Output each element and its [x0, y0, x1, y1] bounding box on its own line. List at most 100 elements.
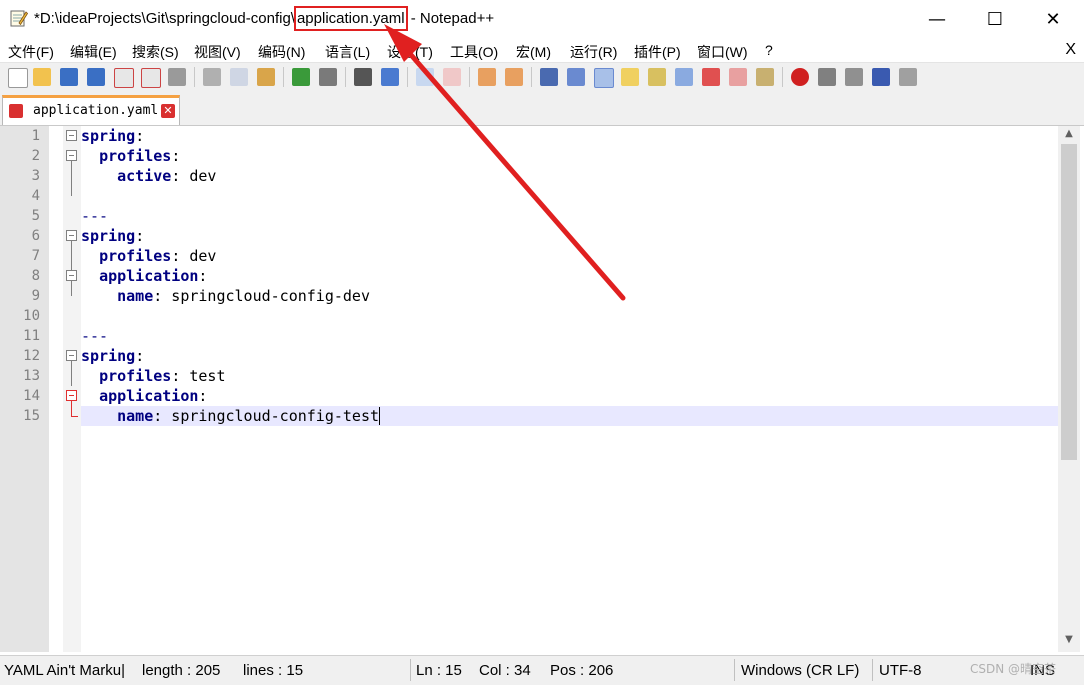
document-list-icon[interactable]	[675, 68, 693, 86]
fold-toggle-icon[interactable]	[66, 390, 77, 401]
monitoring-icon[interactable]	[756, 68, 774, 86]
menu-settings[interactable]: 设置(T)	[387, 42, 433, 62]
title-path: *D:\ideaProjects\Git\springcloud-config\	[34, 10, 295, 27]
yaml-key: application	[99, 267, 199, 285]
line-number: 7	[31, 248, 40, 264]
line-number: 5	[31, 208, 40, 224]
yaml-key: profiles	[99, 367, 172, 385]
fold-toggle-icon[interactable]	[66, 150, 77, 161]
menu-search[interactable]: 搜索(S)	[132, 42, 179, 62]
replace-icon[interactable]	[381, 68, 399, 86]
menu-plugins[interactable]: 插件(P)	[634, 42, 681, 62]
tab-application-yaml[interactable]: application.yaml ✕	[2, 95, 180, 125]
yaml-key: name	[117, 287, 154, 305]
maximize-button[interactable]: ☐	[966, 0, 1024, 38]
code-line: active: dev	[117, 167, 217, 185]
fold-toggle-icon[interactable]	[66, 270, 77, 281]
folder-workspace-icon[interactable]	[729, 68, 747, 86]
scrollbar-thumb[interactable]	[1061, 144, 1077, 460]
run-macro-multiple-icon[interactable]	[872, 68, 890, 86]
close-all-icon[interactable]	[141, 68, 161, 88]
fold-margin	[63, 126, 81, 652]
copy-icon[interactable]	[230, 68, 248, 86]
sync-vertical-icon[interactable]	[478, 68, 496, 86]
fold-toggle-icon[interactable]	[66, 130, 77, 141]
yaml-value: dev	[180, 247, 217, 265]
code-line: profiles: dev	[99, 247, 217, 265]
status-lines: lines : 15	[243, 662, 304, 679]
yaml-key: name	[117, 407, 154, 425]
code-area[interactable]: spring: profiles: active: dev --- spring…	[81, 126, 1058, 652]
cut-icon[interactable]	[203, 68, 221, 86]
sync-horizontal-icon[interactable]	[505, 68, 523, 86]
user-language-icon[interactable]	[621, 68, 639, 86]
menu-view[interactable]: 视图(V)	[194, 42, 241, 62]
function-list-icon[interactable]	[702, 68, 720, 86]
word-wrap-icon[interactable]	[540, 68, 558, 86]
undo-icon[interactable]	[292, 68, 310, 86]
status-column: Col : 34	[479, 662, 531, 679]
tab-close-icon[interactable]: ✕	[161, 104, 175, 118]
indent-guide-icon[interactable]	[594, 68, 614, 88]
line-number: 2	[31, 148, 40, 164]
close-icon: ✕	[1045, 8, 1061, 30]
zoom-in-icon[interactable]	[416, 68, 434, 86]
modified-file-icon	[9, 104, 23, 118]
scroll-up-icon[interactable]: ▲	[1058, 128, 1080, 139]
minimize-button[interactable]: —	[908, 0, 966, 38]
fold-toggle-icon[interactable]	[66, 350, 77, 361]
save-icon[interactable]	[60, 68, 78, 86]
menu-macro[interactable]: 宏(M)	[516, 42, 551, 62]
paste-icon[interactable]	[257, 68, 275, 86]
stop-macro-icon[interactable]	[818, 68, 836, 86]
yaml-key: spring	[81, 347, 136, 365]
zoom-out-icon[interactable]	[443, 68, 461, 86]
menu-bar: 文件(F) 编辑(E) 搜索(S) 视图(V) 编码(N) 语言(L) 设置(T…	[0, 38, 1084, 62]
new-file-icon[interactable]	[8, 68, 28, 88]
close-button[interactable]: ✕	[1024, 0, 1082, 38]
print-icon[interactable]	[168, 68, 186, 86]
menu-file[interactable]: 文件(F)	[8, 42, 54, 62]
menu-tools[interactable]: 工具(O)	[450, 42, 498, 62]
save-all-icon[interactable]	[87, 68, 105, 86]
line-number: 6	[31, 228, 40, 244]
line-number: 12	[23, 348, 40, 364]
code-line: spring:	[81, 227, 145, 245]
menu-help[interactable]: ?	[765, 42, 773, 58]
menu-language[interactable]: 语言(L)	[325, 42, 370, 62]
status-encoding[interactable]: UTF-8	[879, 662, 922, 679]
tab-label: application.yaml	[33, 103, 159, 118]
find-icon[interactable]	[354, 68, 372, 86]
menu-window[interactable]: 窗口(W)	[697, 42, 748, 62]
title-app-name: - Notepad++	[406, 10, 495, 27]
show-all-chars-icon[interactable]	[567, 68, 585, 86]
current-code-line: name: springcloud-config-test	[81, 406, 1058, 426]
close-document-icon[interactable]: X	[1065, 41, 1076, 59]
play-macro-icon[interactable]	[845, 68, 863, 86]
code-line: profiles: test	[99, 367, 226, 385]
record-macro-icon[interactable]	[791, 68, 809, 86]
menu-edit[interactable]: 编辑(E)	[70, 42, 117, 62]
fold-toggle-icon[interactable]	[66, 230, 77, 241]
yaml-value: springcloud-config-test	[162, 407, 380, 425]
menu-encoding[interactable]: 编码(N)	[258, 42, 305, 62]
yaml-key: spring	[81, 127, 136, 145]
yaml-key: active	[117, 167, 172, 185]
title-bar: *D:\ideaProjects\Git\springcloud-config\…	[0, 0, 1084, 38]
toolbar	[0, 62, 1084, 91]
yaml-value: dev	[180, 167, 217, 185]
watermark: CSDN @晴空茶	[970, 662, 1057, 676]
editor[interactable]: 1 2 3 4 5 6 7 8 9 10 11 12 13 14 15 spri…	[0, 126, 1084, 652]
status-eol[interactable]: Windows (CR LF)	[741, 662, 859, 679]
open-file-icon[interactable]	[33, 68, 51, 86]
save-macro-icon[interactable]	[899, 68, 917, 86]
menu-run[interactable]: 运行(R)	[570, 42, 617, 62]
vertical-scrollbar[interactable]: ▲ ▼	[1058, 126, 1080, 652]
code-line: spring:	[81, 347, 145, 365]
line-number: 10	[23, 308, 40, 324]
scroll-down-icon[interactable]: ▼	[1058, 634, 1080, 645]
code-line: name: springcloud-config-dev	[117, 287, 370, 305]
redo-icon[interactable]	[319, 68, 337, 86]
document-map-icon[interactable]	[648, 68, 666, 86]
close-file-icon[interactable]	[114, 68, 134, 88]
